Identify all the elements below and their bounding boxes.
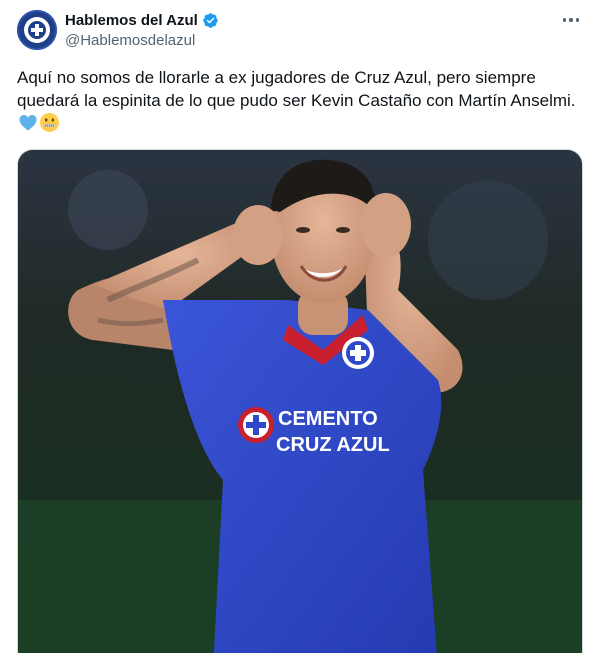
- tweet-card: Hablemos del Azul @Hablemosdelazul Aquí …: [0, 0, 595, 653]
- tweet-photo[interactable]: CEMENTO CRUZ AZUL: [17, 149, 583, 653]
- author-handle[interactable]: @Hablemosdelazul: [65, 31, 195, 50]
- tweet-text: Aquí no somos de llorarle a ex jugadores…: [17, 66, 577, 136]
- cross-logo-icon: [28, 21, 46, 39]
- avatar[interactable]: [17, 10, 57, 50]
- display-name[interactable]: Hablemos del Azul: [65, 11, 198, 30]
- sponsor-line-2: CRUZ AZUL: [276, 434, 390, 456]
- zipper-mouth-face-icon: [40, 113, 59, 132]
- sponsor-line-1: CEMENTO: [278, 408, 378, 430]
- player-photo: CEMENTO CRUZ AZUL: [18, 150, 582, 653]
- verified-badge-icon: [203, 13, 218, 28]
- blue-heart-icon: [19, 115, 37, 131]
- more-options-icon[interactable]: [560, 11, 582, 29]
- tweet-body: Aquí no somos de llorarle a ex jugadores…: [17, 68, 576, 110]
- author-name-row: Hablemos del Azul: [65, 11, 219, 30]
